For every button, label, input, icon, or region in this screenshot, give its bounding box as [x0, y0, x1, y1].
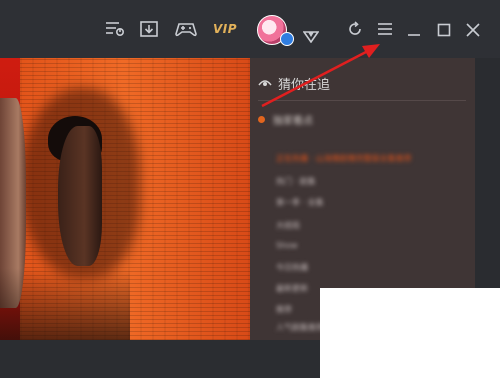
list-item[interactable]: Show	[276, 241, 298, 250]
download-icon[interactable]	[138, 19, 160, 39]
blank-overlay	[320, 288, 500, 378]
list-item[interactable]: 人气剧集推荐	[276, 322, 324, 333]
recommend-header[interactable]: 猜你在追	[258, 72, 330, 94]
maximize-icon[interactable]	[436, 22, 452, 38]
list-item[interactable]: 推荐	[276, 304, 292, 315]
section-dot-icon	[258, 116, 265, 123]
gamepad-icon[interactable]	[174, 20, 198, 38]
divider	[258, 100, 466, 101]
menu-icon[interactable]	[376, 21, 394, 37]
list-item[interactable]: 今日热播	[276, 262, 308, 273]
title-bar: VIP	[0, 0, 500, 58]
refresh-icon[interactable]	[346, 20, 364, 38]
eye-icon	[258, 80, 272, 86]
minimize-icon[interactable]	[406, 22, 422, 38]
body-shadow	[0, 268, 130, 340]
close-icon[interactable]	[465, 22, 481, 38]
list-item[interactable]: 最新更新	[276, 283, 308, 294]
section-label: 独家看点	[273, 116, 313, 127]
list-item[interactable]: 正在热播 · 山海情剧情完整版全集推荐	[276, 153, 412, 164]
list-item[interactable]: 大结局	[276, 220, 300, 231]
list-item[interactable]: 第一季 · 全集	[276, 197, 324, 208]
chevron-down-icon[interactable]	[302, 30, 320, 44]
recommend-title: 猜你在追	[278, 77, 331, 93]
vip-icon[interactable]: VIP	[213, 22, 237, 36]
video-poster[interactable]	[0, 58, 250, 340]
list-item[interactable]: 热门 · 剧集	[276, 176, 316, 187]
actor-face-profile	[58, 126, 102, 266]
section-header: 独家看点	[258, 112, 313, 127]
playlist-icon[interactable]	[104, 20, 126, 38]
vip-badge-icon	[280, 32, 294, 46]
